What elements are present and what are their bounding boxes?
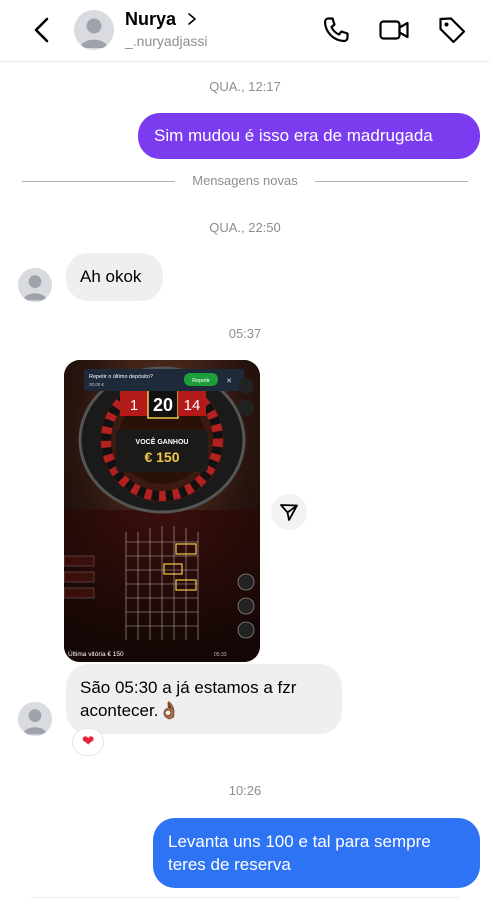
chevron-right-icon[interactable]: [186, 11, 198, 27]
chevron-left-icon: [34, 17, 49, 43]
chat-header: Nurya _.nuryadjassi: [0, 0, 490, 62]
contact-avatar[interactable]: [74, 10, 114, 50]
roulette-number-winning: 20: [153, 395, 173, 415]
new-messages-divider: Mensagens novas: [175, 173, 315, 188]
last-win-label: Última vitória € 150: [68, 649, 124, 658]
timestamp: 10:26: [228, 783, 262, 798]
contact-name[interactable]: Nurya: [125, 9, 176, 30]
back-button[interactable]: [28, 14, 56, 46]
message-text-line: teres de reserva: [168, 855, 291, 874]
message-text-line: acontecer.👌🏾: [80, 699, 328, 722]
share-button[interactable]: [271, 494, 307, 530]
game-clock: 05:33: [214, 652, 227, 658]
message-text: acontecer.: [80, 701, 159, 720]
tag-icon: [439, 17, 466, 44]
video-camera-icon: [379, 20, 409, 40]
timestamp: 05:37: [228, 326, 262, 341]
image-attachment[interactable]: 1 20 14 VOCÊ GANHOU € 150 Repetir o últi…: [64, 360, 260, 662]
close-icon: ✕: [226, 378, 232, 385]
bottom-divider: [30, 897, 460, 898]
video-call-button[interactable]: [378, 14, 410, 46]
message-text: Sim mudou é isso era de madrugada: [154, 126, 433, 145]
roulette-screenshot: 1 20 14 VOCÊ GANHOU € 150 Repetir o últi…: [64, 360, 260, 662]
heart-reaction[interactable]: ❤: [72, 728, 104, 756]
roulette-number: 1: [130, 397, 138, 414]
ok-hand-emoji: 👌🏾: [158, 701, 180, 720]
timestamp: QUA., 22:50: [209, 220, 281, 235]
incoming-message[interactable]: Ah okok: [66, 253, 163, 301]
deposit-banner-amount: 30,00 €: [89, 382, 105, 387]
send-icon: [280, 504, 298, 521]
repeat-deposit-button: Repetir: [192, 378, 210, 384]
incoming-message[interactable]: São 05:30 a já estamos a fzr acontecer.👌…: [66, 664, 342, 734]
roulette-number: 14: [184, 397, 201, 414]
contact-handle: _.nuryadjassi: [125, 33, 208, 49]
phone-icon: [323, 17, 349, 43]
timestamp: QUA., 12:17: [209, 79, 281, 94]
sender-avatar[interactable]: [18, 268, 52, 302]
deposit-banner-title: Repetir o último depósito?: [89, 374, 153, 380]
sender-avatar[interactable]: [18, 702, 52, 736]
win-amount: € 150: [144, 449, 179, 465]
outgoing-message[interactable]: Sim mudou é isso era de madrugada: [138, 113, 480, 159]
win-label: VOCÊ GANHOU: [136, 437, 189, 446]
outgoing-message[interactable]: Levanta uns 100 e tal para sempre teres …: [153, 818, 480, 888]
message-text: Ah okok: [80, 267, 142, 286]
voice-call-button[interactable]: [320, 14, 352, 46]
message-text-line: Levanta uns 100 e tal para sempre: [168, 832, 431, 851]
tag-button[interactable]: [436, 14, 468, 46]
message-text-line: São 05:30 a já estamos a fzr: [80, 678, 297, 697]
